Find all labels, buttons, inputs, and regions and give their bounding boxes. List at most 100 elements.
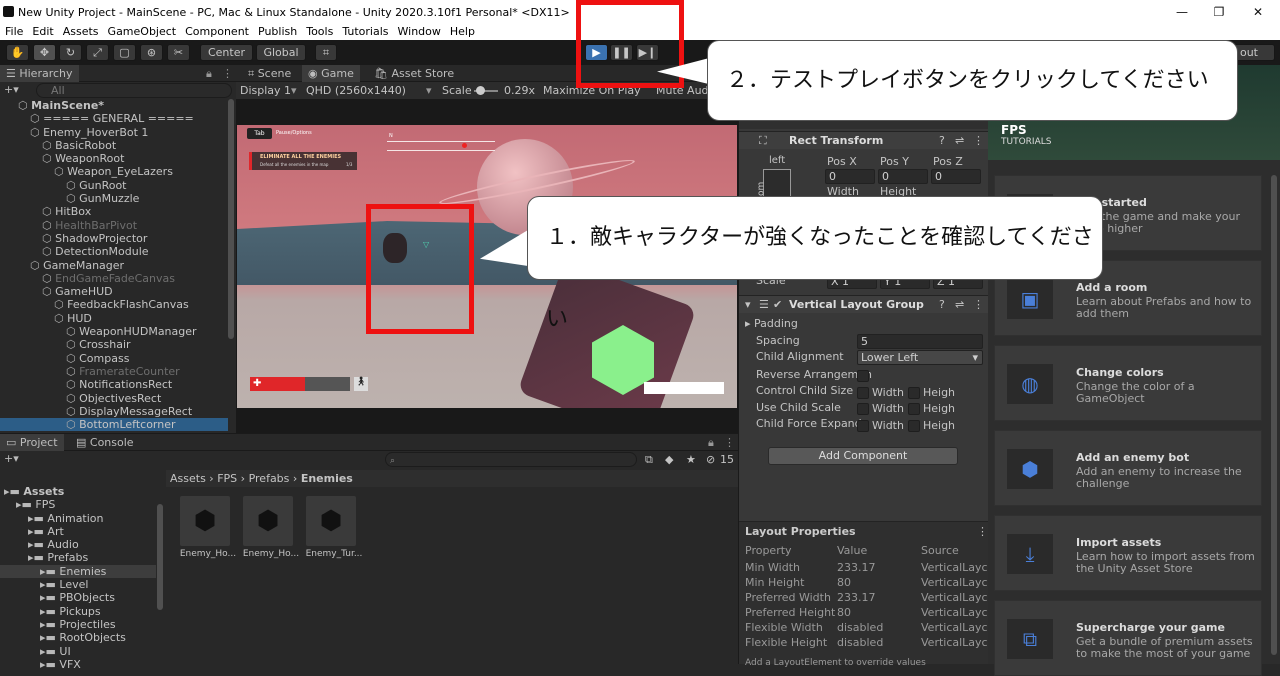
- vlg-preset-icon[interactable]: ⇌: [955, 298, 964, 311]
- hierarchy-item[interactable]: ⬡ HealthBarPivot: [0, 219, 228, 232]
- display-dropdown[interactable]: Display 1: [240, 82, 291, 99]
- project-folder[interactable]: ▸▬ Level: [0, 578, 156, 591]
- hierarchy-item[interactable]: ⬡ DisplayMessageRect: [0, 405, 228, 418]
- posx-field[interactable]: 0: [825, 169, 875, 184]
- hierarchy-item[interactable]: ⬡ GunRoot: [0, 179, 228, 192]
- hierarchy-item[interactable]: ⬡ DetectionModule: [0, 245, 228, 258]
- hierarchy-item[interactable]: ⬡ WeaponHUDManager: [0, 325, 228, 338]
- project-folder[interactable]: ▸▬ Audio: [0, 538, 156, 551]
- hierarchy-item[interactable]: ⬡ BottomLeftcorner: [0, 418, 228, 432]
- rotate-tool-icon[interactable]: ↻: [59, 44, 82, 61]
- more-menu-icon[interactable]: ⋮: [222, 67, 233, 80]
- menu-item[interactable]: GameObject: [108, 25, 177, 38]
- menu-item[interactable]: Publish: [258, 25, 297, 38]
- grid-snap-icon[interactable]: ⌗: [315, 44, 337, 61]
- tutorials-scrollbar[interactable]: [1271, 175, 1277, 655]
- project-folder[interactable]: ▸▬ Projectiles: [0, 618, 156, 631]
- breadcrumb-item[interactable]: FPS: [217, 472, 237, 485]
- project-lock-icon[interactable]: 🔒︎: [708, 436, 714, 450]
- project-folder[interactable]: ▸▬ Art: [0, 525, 156, 538]
- hierarchy-item[interactable]: ⬡ Crosshair: [0, 338, 228, 351]
- menu-item[interactable]: Tools: [306, 25, 333, 38]
- hierarchy-item[interactable]: ⬡ WeaponRoot: [0, 152, 228, 165]
- project-search-input[interactable]: ⌕: [385, 452, 637, 467]
- vlg-menu-icon[interactable]: ⋮: [973, 298, 984, 311]
- toggle-checkbox[interactable]: [857, 386, 869, 399]
- hierarchy-item[interactable]: ⬡ HUD: [0, 312, 228, 325]
- breadcrumb-item[interactable]: Enemies: [301, 472, 353, 485]
- favorites-icon[interactable]: ★: [686, 453, 696, 466]
- vlg-header[interactable]: ▾ ☰ ✔ Vertical Layout Group ? ⇌ ⋮: [739, 295, 989, 313]
- pivot-global-button[interactable]: Global: [256, 44, 306, 61]
- vlg-help-icon[interactable]: ?: [939, 298, 945, 311]
- transform-tool-icon[interactable]: ⊛: [140, 44, 163, 61]
- component-menu-icon[interactable]: ⋮: [973, 134, 984, 147]
- posy-field[interactable]: 0: [878, 169, 928, 184]
- filter-type-icon[interactable]: ⧉: [645, 453, 653, 467]
- project-folder[interactable]: ▸▬ Enemies: [0, 564, 156, 579]
- project-folder[interactable]: ▸▬ RootObjects: [0, 631, 156, 644]
- menu-item[interactable]: Help: [450, 25, 475, 38]
- hierarchy-item[interactable]: ⬡ EndGameFadeCanvas: [0, 272, 228, 285]
- tutorial-card[interactable]: ⤓ Import assets Learn how to import assets…: [994, 515, 1262, 591]
- move-tool-icon[interactable]: ✥: [33, 44, 56, 61]
- custom-tool-icon[interactable]: ✂: [167, 44, 190, 61]
- menu-item[interactable]: Tutorials: [342, 25, 388, 38]
- menu-item[interactable]: Window: [398, 25, 441, 38]
- asset-item[interactable]: ⬢ Enemy_Ho...: [178, 496, 238, 559]
- filter-label-icon[interactable]: ◆: [665, 453, 673, 466]
- hierarchy-item[interactable]: ⬡ NotificationsRect: [0, 378, 228, 391]
- breadcrumb-item[interactable]: Assets: [170, 472, 206, 485]
- menu-item[interactable]: File: [5, 25, 23, 38]
- project-menu-icon[interactable]: ⋮: [724, 436, 735, 449]
- close-button[interactable]: ✕: [1240, 0, 1276, 24]
- hierarchy-item[interactable]: ⬡ GameHUD: [0, 285, 228, 298]
- asset-item[interactable]: ⬢ Enemy_Tur...: [304, 496, 364, 559]
- hierarchy-item[interactable]: ⬡ ===== GENERAL =====: [0, 112, 228, 125]
- project-folder[interactable]: ▸▬ Animation: [0, 512, 156, 525]
- breadcrumb-item[interactable]: Prefabs: [249, 472, 290, 485]
- anchor-preset-button[interactable]: [763, 169, 791, 197]
- toggle-checkbox[interactable]: [857, 403, 869, 415]
- tutorial-card[interactable]: ◍ Change colors Change the color of a Game…: [994, 345, 1262, 421]
- hierarchy-item[interactable]: ⬡ Weapon_EyeLazers: [0, 165, 228, 178]
- tab-asset-store[interactable]: 🛍︎ Asset Store: [368, 65, 460, 82]
- toggle-checkbox[interactable]: [857, 419, 869, 432]
- hierarchy-scrollbar[interactable]: [228, 99, 234, 339]
- hierarchy-item[interactable]: ⬡ Enemy_HoverBot 1: [0, 126, 228, 139]
- add-object-button[interactable]: +▾: [4, 83, 19, 96]
- add-component-button[interactable]: Add Component: [768, 447, 958, 465]
- scale-slider-handle[interactable]: [476, 86, 485, 95]
- minimize-button[interactable]: —: [1164, 0, 1200, 24]
- menu-item[interactable]: Assets: [63, 25, 99, 38]
- tab-game[interactable]: ◉ Game: [302, 65, 360, 82]
- hierarchy-item[interactable]: ⬡ Compass: [0, 352, 228, 365]
- hierarchy-tab[interactable]: ☰ Hierarchy: [0, 65, 79, 82]
- menu-item[interactable]: Edit: [32, 25, 53, 38]
- tab-scene[interactable]: ⌗ Scene: [242, 65, 297, 82]
- hierarchy-item[interactable]: ⬡ GunMuzzle: [0, 192, 228, 205]
- project-folder[interactable]: ▸▬ VFX: [0, 658, 156, 671]
- layout-menu-icon[interactable]: ⋮: [977, 525, 988, 538]
- help-icon[interactable]: ?: [939, 134, 945, 147]
- project-folder[interactable]: ▸▬ PBObjects: [0, 591, 156, 604]
- child-alignment-dropdown[interactable]: Lower Left ▾: [857, 350, 983, 365]
- create-asset-button[interactable]: +▾: [4, 452, 19, 465]
- toggle-checkbox[interactable]: [907, 419, 920, 432]
- project-tree-scrollbar[interactable]: [157, 504, 163, 610]
- toggle-checkbox[interactable]: [907, 403, 920, 415]
- collapse-chevron-icon[interactable]: ▾: [745, 298, 751, 311]
- reverse-checkbox[interactable]: [857, 370, 869, 382]
- hand-tool-icon[interactable]: ✋: [6, 44, 29, 61]
- hierarchy-search-input[interactable]: All: [36, 83, 232, 98]
- project-folder[interactable]: ▸▬ Prefabs: [0, 551, 156, 564]
- console-tab[interactable]: ▤ Console: [70, 434, 140, 451]
- hierarchy-item[interactable]: ⬡ ObjectivesRect: [0, 392, 228, 405]
- project-folder[interactable]: ▸▬ FPS: [0, 498, 156, 511]
- project-folder[interactable]: ▸▬ UI: [0, 645, 156, 658]
- hierarchy-item[interactable]: ⬡ FramerateCounter: [0, 365, 228, 378]
- padding-row[interactable]: ▸ Padding: [745, 316, 798, 332]
- preset-icon[interactable]: ⇌: [955, 134, 964, 147]
- project-folder[interactable]: ▸▬ Pickups: [0, 605, 156, 618]
- rect-tool-icon[interactable]: ▢: [113, 44, 136, 61]
